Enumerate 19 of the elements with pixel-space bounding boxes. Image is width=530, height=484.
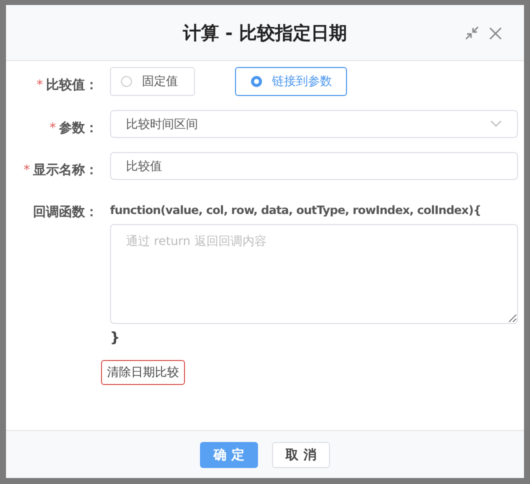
closing-brace: } <box>110 330 120 346</box>
field-label: 回调函数： <box>33 205 98 220</box>
field-label: 参数： <box>59 121 98 136</box>
function-signature: function(value, col, row, data, outType, rowIndex, colIndex){ <box>110 202 482 217</box>
select-field[interactable]: 比较时间区间 <box>110 110 518 138</box>
input-field[interactable]: 比较值 <box>110 152 518 180</box>
clear-date-compare-button[interactable]: 清除日期比较 <box>101 360 185 385</box>
field-label: 显示名称： <box>33 163 98 178</box>
required-mark: * <box>24 163 30 178</box>
callback-textarea[interactable]: 通过 return 返回回调内容 <box>110 224 518 324</box>
chevron-down-icon <box>490 120 502 128</box>
required-mark: * <box>36 78 43 93</box>
cancel-button[interactable]: 取 消 <box>272 442 330 468</box>
field-label: 比较值： <box>46 78 98 93</box>
required-mark: * <box>50 121 56 136</box>
close-icon[interactable] <box>489 26 502 40</box>
dialog-title: 计算 - 比较指定日期 <box>182 22 347 44</box>
collapse-icon[interactable] <box>465 26 479 40</box>
radio-option[interactable]: 固定值 <box>110 67 195 96</box>
